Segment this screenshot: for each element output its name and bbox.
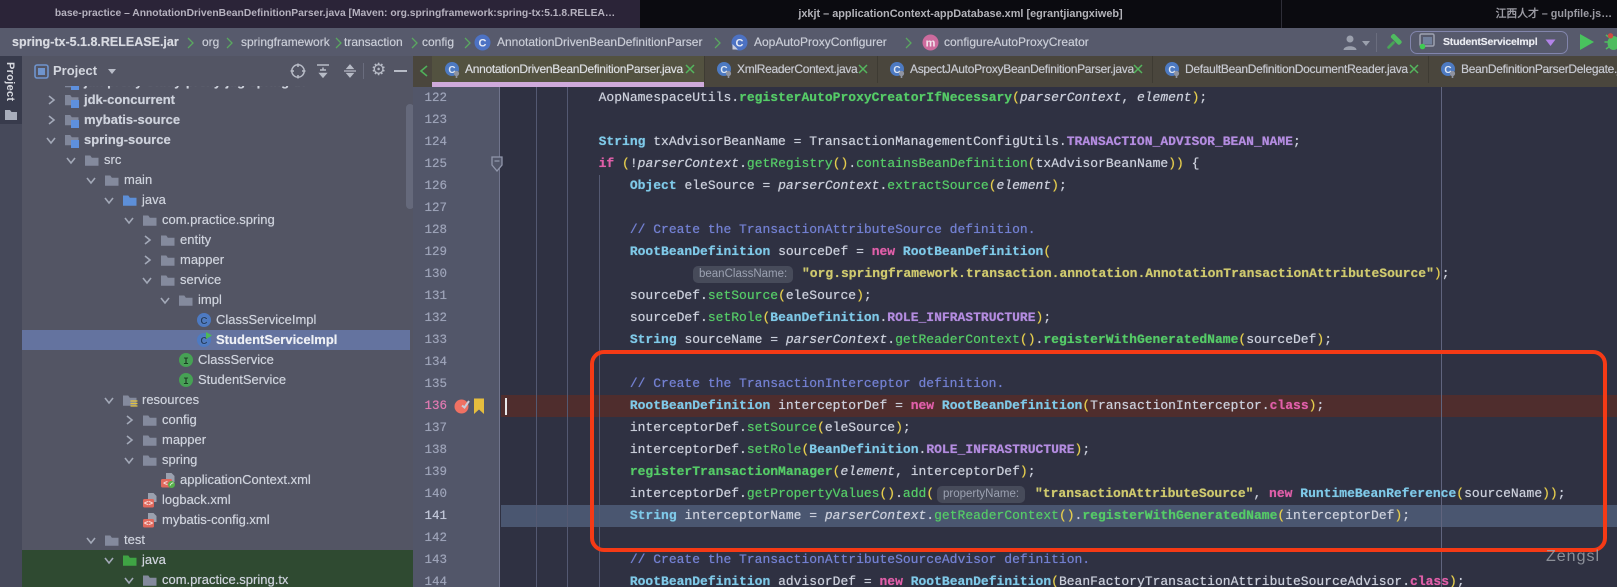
svg-text:<: < [163,481,168,488]
svg-text:m: m [926,38,936,50]
svg-text:I: I [183,357,189,368]
svg-text:I: I [183,377,189,388]
svg-text:C: C [200,316,207,327]
svg-text:C: C [736,38,744,50]
svg-text:<>: <> [144,501,154,508]
svg-text:C: C [479,38,487,50]
svg-text:<>: <> [144,521,154,528]
